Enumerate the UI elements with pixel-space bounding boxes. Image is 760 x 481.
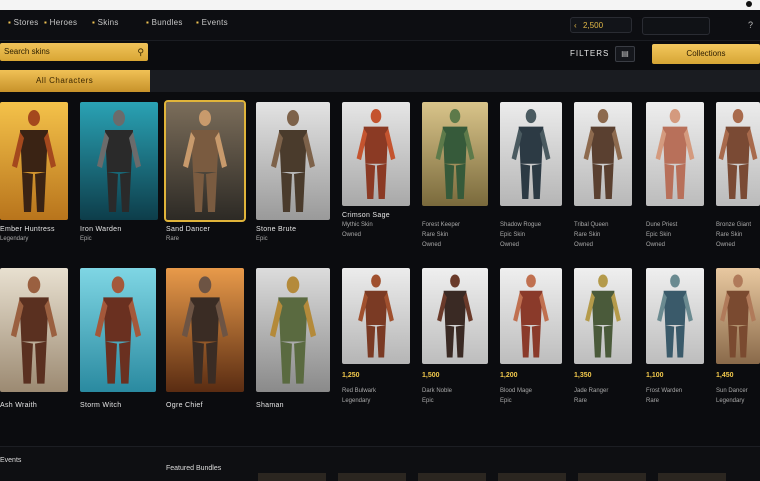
skin-name: Forest Keeper	[422, 222, 461, 228]
search-input[interactable]: Search skins ⚲	[0, 43, 148, 61]
toolbar: Search skins ⚲ FILTERS ▤ Collections	[0, 41, 760, 67]
character-portrait[interactable]	[0, 268, 68, 392]
nav-item-bundles[interactable]: ▪ Bundles	[146, 18, 183, 27]
skin-name: Red Bulwark	[342, 388, 377, 394]
character-portrait[interactable]	[164, 100, 246, 222]
skin-name: Blood Mage	[500, 388, 533, 394]
character-portrait[interactable]	[80, 102, 158, 220]
nav-item-events[interactable]: ▪ Events	[196, 18, 228, 27]
skin-tier: Rare Skin	[716, 232, 743, 238]
character-portrait[interactable]	[716, 102, 760, 206]
filter-toggle-icon[interactable]: ▤	[615, 46, 635, 62]
tab-all-characters[interactable]: All Characters	[0, 70, 150, 92]
skin-tier: Rare Skin	[574, 232, 601, 238]
ownership-status: Owned	[500, 242, 520, 248]
nav-item-heroes[interactable]: ▪ Heroes	[44, 18, 77, 27]
featured-bundles-heading: Featured Bundles	[166, 465, 222, 472]
character-portrait[interactable]	[256, 102, 330, 220]
nav-item-skins[interactable]: ▪ Skins	[92, 18, 119, 27]
character-portrait[interactable]	[0, 102, 68, 220]
skin-name: Bronze Giant	[716, 222, 752, 228]
character-name: Sand Dancer	[166, 226, 211, 233]
chevron-icon: ‹	[574, 21, 577, 30]
character-portrait[interactable]	[646, 102, 704, 206]
character-name: Shaman	[256, 402, 284, 409]
character-portrait[interactable]	[256, 268, 330, 392]
skin-price: 1,100	[646, 372, 664, 379]
skin-tier: Rare Skin	[422, 232, 449, 238]
character-portrait[interactable]	[574, 102, 632, 206]
rarity-label: Rare	[574, 398, 588, 404]
character-name: Crimson Sage	[342, 212, 390, 219]
skin-name: Tribal Queen	[574, 222, 609, 228]
rarity-label: Legendary	[0, 236, 29, 242]
nav-search-field[interactable]	[642, 17, 710, 35]
character-name: Ember Huntress	[0, 226, 55, 233]
ownership-status: Owned	[574, 242, 594, 248]
character-name: Ogre Chief	[166, 402, 203, 409]
events-heading: Events	[0, 457, 22, 464]
currency-value: 2,500	[583, 21, 604, 30]
search-value: Search skins	[4, 47, 50, 56]
character-portrait[interactable]	[422, 268, 488, 364]
character-name: Stone Brute	[256, 226, 297, 233]
character-portrait[interactable]	[646, 268, 704, 364]
ownership-status: Owned	[422, 242, 442, 248]
currency-balance[interactable]: ‹ 2,500	[570, 17, 632, 33]
nav-item-stores[interactable]: ▪ Stores	[8, 18, 39, 27]
filters-label[interactable]: FILTERS	[570, 49, 609, 58]
rarity-label: Epic	[422, 398, 434, 404]
rarity-label: Rare	[166, 236, 180, 242]
title-bar	[0, 0, 760, 10]
character-name: Storm Witch	[80, 402, 122, 409]
skin-price: 1,500	[422, 372, 440, 379]
top-navigation: ▪ Stores ▪ Heroes ▪ Skins ▪ Bundles ▪ Ev…	[0, 10, 760, 41]
character-portrait[interactable]	[342, 102, 410, 206]
character-portrait[interactable]	[422, 102, 488, 206]
rarity-label: Epic	[80, 236, 92, 242]
character-portrait[interactable]	[500, 268, 562, 364]
bottom-section: Events Featured Bundles	[0, 446, 760, 481]
ownership-status: Owned	[716, 242, 736, 248]
skin-name: Shadow Rogue	[500, 222, 542, 228]
skin-price: 1,250	[342, 372, 360, 379]
rarity-label: Epic	[256, 236, 268, 242]
skin-name: Dark Noble	[422, 388, 453, 394]
skin-tier: Mythic Skin	[342, 222, 373, 228]
rarity-label: Rare	[646, 398, 660, 404]
skin-name: Sun Dancer	[716, 388, 748, 394]
search-icon[interactable]: ⚲	[137, 43, 144, 61]
skin-name: Frost Warden	[646, 388, 683, 394]
skin-price: 1,450	[716, 372, 734, 379]
category-tabs: All Characters	[0, 70, 760, 92]
character-name: Iron Warden	[80, 226, 122, 233]
character-name: Ash Wraith	[0, 402, 38, 409]
ownership-status: Owned	[646, 242, 666, 248]
skin-name: Jade Ranger	[574, 388, 609, 394]
skin-tier: Epic Skin	[646, 232, 672, 238]
ownership-status: Owned	[342, 232, 362, 238]
character-portrait[interactable]	[80, 268, 156, 392]
window-control-icon[interactable]	[746, 1, 752, 7]
rarity-label: Legendary	[342, 398, 371, 404]
character-portrait[interactable]	[342, 268, 410, 364]
rarity-label: Legendary	[716, 398, 745, 404]
character-portrait[interactable]	[716, 268, 760, 364]
skin-tier: Epic Skin	[500, 232, 526, 238]
help-icon[interactable]: ?	[748, 20, 753, 30]
rarity-label: Epic	[500, 398, 512, 404]
character-portrait[interactable]	[574, 268, 632, 364]
skin-price: 1,200	[500, 372, 518, 379]
character-portrait[interactable]	[166, 268, 244, 392]
collections-button[interactable]: Collections	[652, 44, 760, 64]
character-portrait[interactable]	[500, 102, 562, 206]
skin-name: Dune Priest	[646, 222, 678, 228]
skin-price: 1,350	[574, 372, 592, 379]
